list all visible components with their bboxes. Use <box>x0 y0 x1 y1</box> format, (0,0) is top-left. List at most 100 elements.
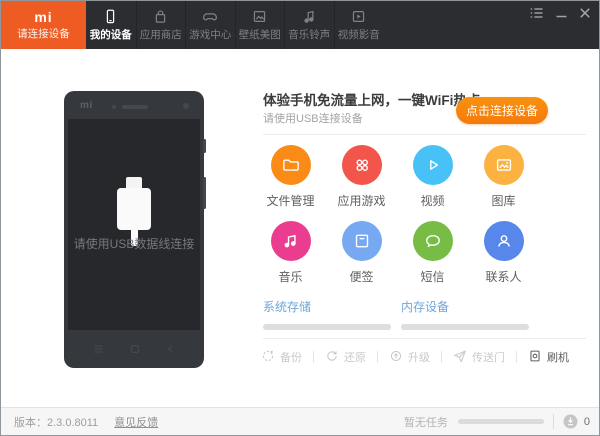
shortcut-sms[interactable]: 短信 <box>397 221 468 297</box>
brand-connect-tab[interactable]: mi 请连接设备 <box>1 1 86 49</box>
gamepad-icon <box>202 9 218 24</box>
phone-icon <box>103 9 118 24</box>
bag-icon <box>153 9 168 24</box>
tab-wallpapers[interactable]: 壁纸美图 <box>234 1 285 49</box>
memory-device-label[interactable]: 内存设备 <box>401 298 539 315</box>
download-count: 0 <box>583 415 590 428</box>
music-icon <box>302 9 317 24</box>
tab-game-center[interactable]: 游戏中心 <box>185 1 235 49</box>
shortcut-label: 短信 <box>420 270 445 284</box>
tab-label: 应用商店 <box>139 28 182 41</box>
tab-video[interactable]: 视频影音 <box>333 1 384 49</box>
gallery-icon <box>483 145 524 185</box>
minimize-icon[interactable] <box>556 8 567 18</box>
system-storage-label[interactable]: 系统存储 <box>263 298 401 315</box>
divider <box>313 351 314 363</box>
tool-label: 传送门 <box>472 352 505 364</box>
sms-icon <box>412 221 453 261</box>
tool-label: 备份 <box>280 352 302 364</box>
shortcut-gallery[interactable]: 图库 <box>468 145 539 221</box>
divider <box>441 351 442 363</box>
shortcut-label: 便签 <box>349 270 374 284</box>
shortcut-label: 应用游戏 <box>337 194 386 208</box>
divider <box>263 338 586 339</box>
main-panel: 体验手机免流量上网，一键WiFi热点 请使用USB连接设备 点击连接设备 文件管… <box>241 49 599 409</box>
task-progress-bar <box>457 419 544 424</box>
shortcut-notes[interactable]: 便签 <box>326 221 397 297</box>
close-icon[interactable] <box>580 8 590 18</box>
system-storage-bar <box>263 324 391 330</box>
music-note-icon <box>270 221 311 261</box>
flash-rom-icon <box>528 349 542 366</box>
download-icon[interactable] <box>563 414 578 429</box>
tab-music-ringtones[interactable]: 音乐铃声 <box>284 1 334 49</box>
tab-label: 游戏中心 <box>189 28 232 41</box>
tab-my-device[interactable]: 我的设备 <box>86 1 136 49</box>
storage-section: 系统存储 内存设备 <box>263 298 539 330</box>
restore-icon <box>325 349 339 366</box>
shortcut-label: 文件管理 <box>266 194 315 208</box>
shortcut-contacts[interactable]: 联系人 <box>468 221 539 297</box>
apps-icon <box>341 145 382 185</box>
divider <box>377 351 378 363</box>
upgrade-tool[interactable]: 升级 <box>389 349 430 366</box>
phone-speaker <box>122 105 148 109</box>
divider <box>263 134 586 135</box>
flash-rom-tool[interactable]: 刷机 <box>528 349 569 366</box>
header: mi 请连接设备 我的设备 应用商店 游戏中心 壁纸美图 音乐铃声 视频影音 <box>1 1 599 49</box>
tab-app-store[interactable]: 应用商店 <box>135 1 186 49</box>
memory-device: 内存设备 <box>401 298 539 330</box>
tab-label: 壁纸美图 <box>238 28 281 41</box>
mi-logo: mi <box>34 8 53 25</box>
brand-status-label: 请连接设备 <box>17 27 70 40</box>
memory-device-bar <box>401 324 529 330</box>
feedback-link[interactable]: 意见反馈 <box>114 414 158 430</box>
tab-label: 我的设备 <box>89 28 132 41</box>
tab-label: 音乐铃声 <box>288 28 331 41</box>
shortcut-music[interactable]: 音乐 <box>255 221 326 297</box>
picture-icon <box>252 9 267 24</box>
shortcut-video[interactable]: 视频 <box>397 145 468 221</box>
phone-back-key <box>167 345 173 353</box>
phone-menu-key <box>94 345 103 353</box>
shortcut-file-manager[interactable]: 文件管理 <box>255 145 326 221</box>
shortcut-grid: 文件管理 应用游戏 视频 图库 音乐 便签 短信 联系人 <box>255 145 539 297</box>
phone-mi-logo: mi <box>80 100 93 111</box>
system-storage: 系统存储 <box>263 298 401 330</box>
status-bar: 版本：2.3.0.8011 意见反馈 暂无任务 0 <box>1 407 599 435</box>
portal-tool[interactable]: 传送门 <box>453 349 505 366</box>
backup-tool[interactable]: 备份 <box>261 349 302 366</box>
upgrade-icon <box>389 349 403 366</box>
phone-power-button <box>203 177 206 209</box>
video-icon <box>351 9 366 24</box>
connect-device-button[interactable]: 点击连接设备 <box>456 97 548 124</box>
tool-label: 还原 <box>344 352 366 364</box>
folder-icon <box>270 145 311 185</box>
hero-title: 体验手机免流量上网，一键WiFi热点 <box>263 93 481 108</box>
menu-icon[interactable] <box>530 8 543 18</box>
phone-sensor-dot <box>112 105 116 109</box>
shortcut-label: 联系人 <box>485 270 522 284</box>
shortcut-label: 图库 <box>491 194 516 208</box>
window-controls <box>530 8 590 18</box>
restore-tool[interactable]: 还原 <box>325 349 366 366</box>
note-icon <box>341 221 382 261</box>
no-tasks-label: 暂无任务 <box>403 416 448 429</box>
divider <box>516 351 517 363</box>
mi-pc-suite-window: mi 请连接设备 我的设备 应用商店 游戏中心 壁纸美图 音乐铃声 视频影音 m… <box>0 0 600 436</box>
phone-nav-buttons <box>64 342 204 356</box>
tab-label: 视频影音 <box>337 28 380 41</box>
backup-icon <box>261 349 275 366</box>
phone-camera <box>183 103 189 109</box>
contact-icon <box>483 221 524 261</box>
divider <box>552 414 554 429</box>
version-label: 版本：2.3.0.8011 <box>14 416 99 429</box>
tools-row: 备份 还原 升级 传送门 刷机 <box>261 348 569 366</box>
phone-home-key <box>131 345 139 353</box>
phone-illustration: mi 请使用USB数据线连接 <box>64 91 206 368</box>
tool-label: 升级 <box>408 352 430 364</box>
tool-label: 刷机 <box>547 352 569 364</box>
usb-connect-hint: 请使用USB数据线连接 <box>73 237 195 251</box>
shortcut-apps-games[interactable]: 应用游戏 <box>326 145 397 221</box>
phone-screen: 请使用USB数据线连接 <box>68 119 200 330</box>
